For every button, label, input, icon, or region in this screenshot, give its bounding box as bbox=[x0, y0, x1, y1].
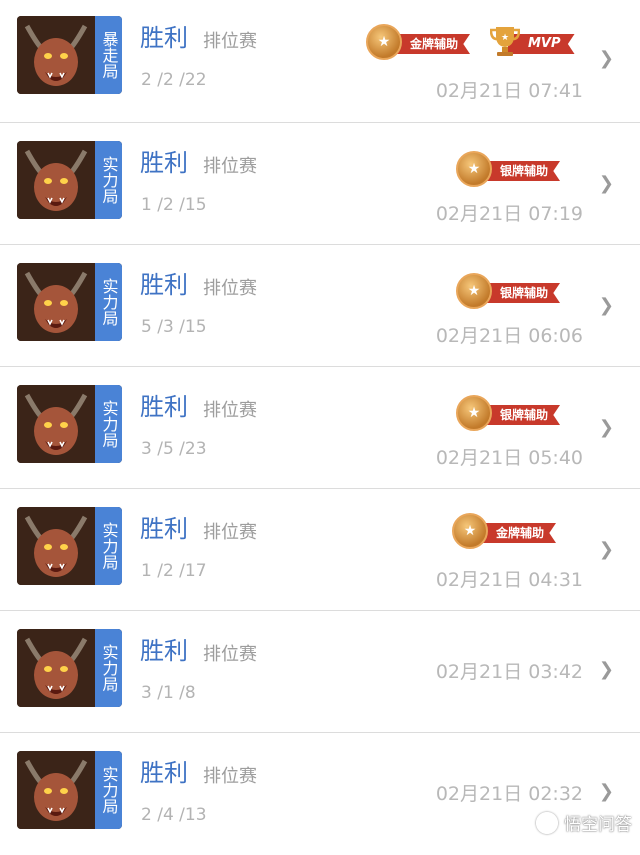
chevron-right-icon[interactable]: ❯ bbox=[599, 659, 614, 680]
hero-portrait-image bbox=[17, 263, 95, 341]
match-time: 02月21日 06:06 bbox=[435, 325, 583, 347]
silver-support-badge: 银牌辅助 ★ bbox=[456, 395, 574, 431]
match-type: 排位赛 bbox=[203, 278, 257, 299]
star-medal-icon: ★ bbox=[452, 513, 488, 549]
match-result: 胜利 bbox=[140, 515, 188, 543]
silver-support-badge: 银牌辅助 ★ bbox=[456, 151, 574, 187]
star-medal-icon: ★ bbox=[456, 273, 492, 309]
match-kda: 1 /2 /15 bbox=[141, 195, 207, 215]
chevron-right-icon[interactable]: ❯ bbox=[599, 417, 614, 438]
match-row[interactable]: 实力局 胜利 排位赛 2 /4 /13 02月21日 02:32 ❯ bbox=[0, 733, 640, 855]
match-result: 胜利 bbox=[140, 24, 188, 52]
match-kda: 2 /4 /13 bbox=[141, 805, 207, 825]
match-kda: 3 /1 /8 bbox=[141, 683, 196, 703]
match-mode-tag: 实力局 bbox=[95, 629, 122, 707]
match-type: 排位赛 bbox=[203, 522, 257, 543]
match-row[interactable]: 实力局 胜利 排位赛 3 /1 /8 02月21日 03:42 ❯ bbox=[0, 611, 640, 733]
hero-portrait-image bbox=[17, 141, 95, 219]
hero-portrait-image bbox=[17, 385, 95, 463]
hero-avatar: 实力局 bbox=[17, 629, 122, 707]
match-row[interactable]: 实力局 胜利 排位赛 3 /5 /23 银牌辅助 ★ 02月21日 05:40 … bbox=[0, 367, 640, 489]
match-result: 胜利 bbox=[140, 393, 188, 421]
gold-support-badge: 金牌辅助 ★ bbox=[452, 513, 570, 549]
match-mode-tag: 实力局 bbox=[95, 263, 122, 341]
chevron-right-icon[interactable]: ❯ bbox=[599, 539, 614, 560]
hero-avatar: 暴走局 bbox=[17, 16, 122, 94]
match-mode-tag: 实力局 bbox=[95, 385, 122, 463]
hero-avatar: 实力局 bbox=[17, 751, 122, 829]
match-type: 排位赛 bbox=[203, 156, 257, 177]
match-mode-tag: 暴走局 bbox=[95, 16, 122, 94]
match-mode-tag: 实力局 bbox=[95, 751, 122, 829]
match-row[interactable]: 实力局 胜利 排位赛 5 /3 /15 银牌辅助 ★ 02月21日 06:06 … bbox=[0, 245, 640, 367]
match-type: 排位赛 bbox=[203, 766, 257, 787]
chevron-right-icon[interactable]: ❯ bbox=[599, 48, 614, 69]
match-time: 02月21日 05:40 bbox=[435, 447, 583, 469]
match-type: 排位赛 bbox=[203, 400, 257, 421]
match-mode-tag: 实力局 bbox=[95, 141, 122, 219]
match-row[interactable]: 实力局 胜利 排位赛 1 /2 /15 银牌辅助 ★ 02月21日 07:19 … bbox=[0, 123, 640, 245]
silver-support-badge: 银牌辅助 ★ bbox=[456, 273, 574, 309]
chevron-right-icon[interactable]: ❯ bbox=[599, 295, 614, 316]
wukong-logo-icon bbox=[536, 811, 558, 834]
chevron-right-icon[interactable]: ❯ bbox=[599, 781, 614, 802]
match-result: 胜利 bbox=[140, 637, 188, 665]
hero-portrait-image bbox=[17, 751, 95, 829]
watermark: 悟空问答 bbox=[536, 810, 632, 835]
hero-avatar: 实力局 bbox=[17, 507, 122, 585]
trophy-icon: ★ bbox=[490, 27, 520, 56]
match-time: 02月21日 07:19 bbox=[435, 203, 583, 225]
match-kda: 1 /2 /17 bbox=[141, 561, 207, 581]
match-type: 排位赛 bbox=[203, 644, 257, 665]
star-medal-icon: ★ bbox=[456, 151, 492, 187]
hero-portrait-image bbox=[17, 507, 95, 585]
match-result: 胜利 bbox=[140, 271, 188, 299]
match-kda: 2 /2 /22 bbox=[141, 70, 207, 90]
match-row[interactable]: 暴走局 胜利 排位赛 2 /2 /22 金牌辅助 ★ MVP ★ 02月21日 … bbox=[0, 0, 640, 123]
match-row[interactable]: 实力局 胜利 排位赛 1 /2 /17 金牌辅助 ★ 02月21日 04:31 … bbox=[0, 489, 640, 611]
match-time: 02月21日 02:32 bbox=[435, 783, 583, 805]
match-history-list: 暴走局 胜利 排位赛 2 /2 /22 金牌辅助 ★ MVP ★ 02月21日 … bbox=[0, 0, 640, 855]
hero-portrait-image bbox=[17, 629, 95, 707]
gold-support-badge: 金牌辅助 ★ bbox=[366, 24, 484, 60]
match-mode-tag: 实力局 bbox=[95, 507, 122, 585]
match-time: 02月21日 07:41 bbox=[435, 80, 583, 102]
match-kda: 3 /5 /23 bbox=[141, 439, 207, 459]
hero-avatar: 实力局 bbox=[17, 141, 122, 219]
chevron-right-icon[interactable]: ❯ bbox=[599, 173, 614, 194]
match-result: 胜利 bbox=[140, 759, 188, 787]
hero-avatar: 实力局 bbox=[17, 263, 122, 341]
match-time: 02月21日 04:31 bbox=[435, 569, 583, 591]
svg-text:★: ★ bbox=[501, 33, 509, 43]
match-time: 02月21日 03:42 bbox=[435, 661, 583, 683]
hero-avatar: 实力局 bbox=[17, 385, 122, 463]
star-medal-icon: ★ bbox=[456, 395, 492, 431]
match-kda: 5 /3 /15 bbox=[141, 317, 207, 337]
hero-portrait-image bbox=[17, 16, 95, 94]
match-type: 排位赛 bbox=[203, 31, 257, 52]
star-medal-icon: ★ bbox=[366, 24, 402, 60]
mvp-badge: MVP ★ bbox=[490, 24, 575, 60]
watermark-text: 悟空问答 bbox=[564, 815, 632, 835]
match-result: 胜利 bbox=[140, 149, 188, 177]
